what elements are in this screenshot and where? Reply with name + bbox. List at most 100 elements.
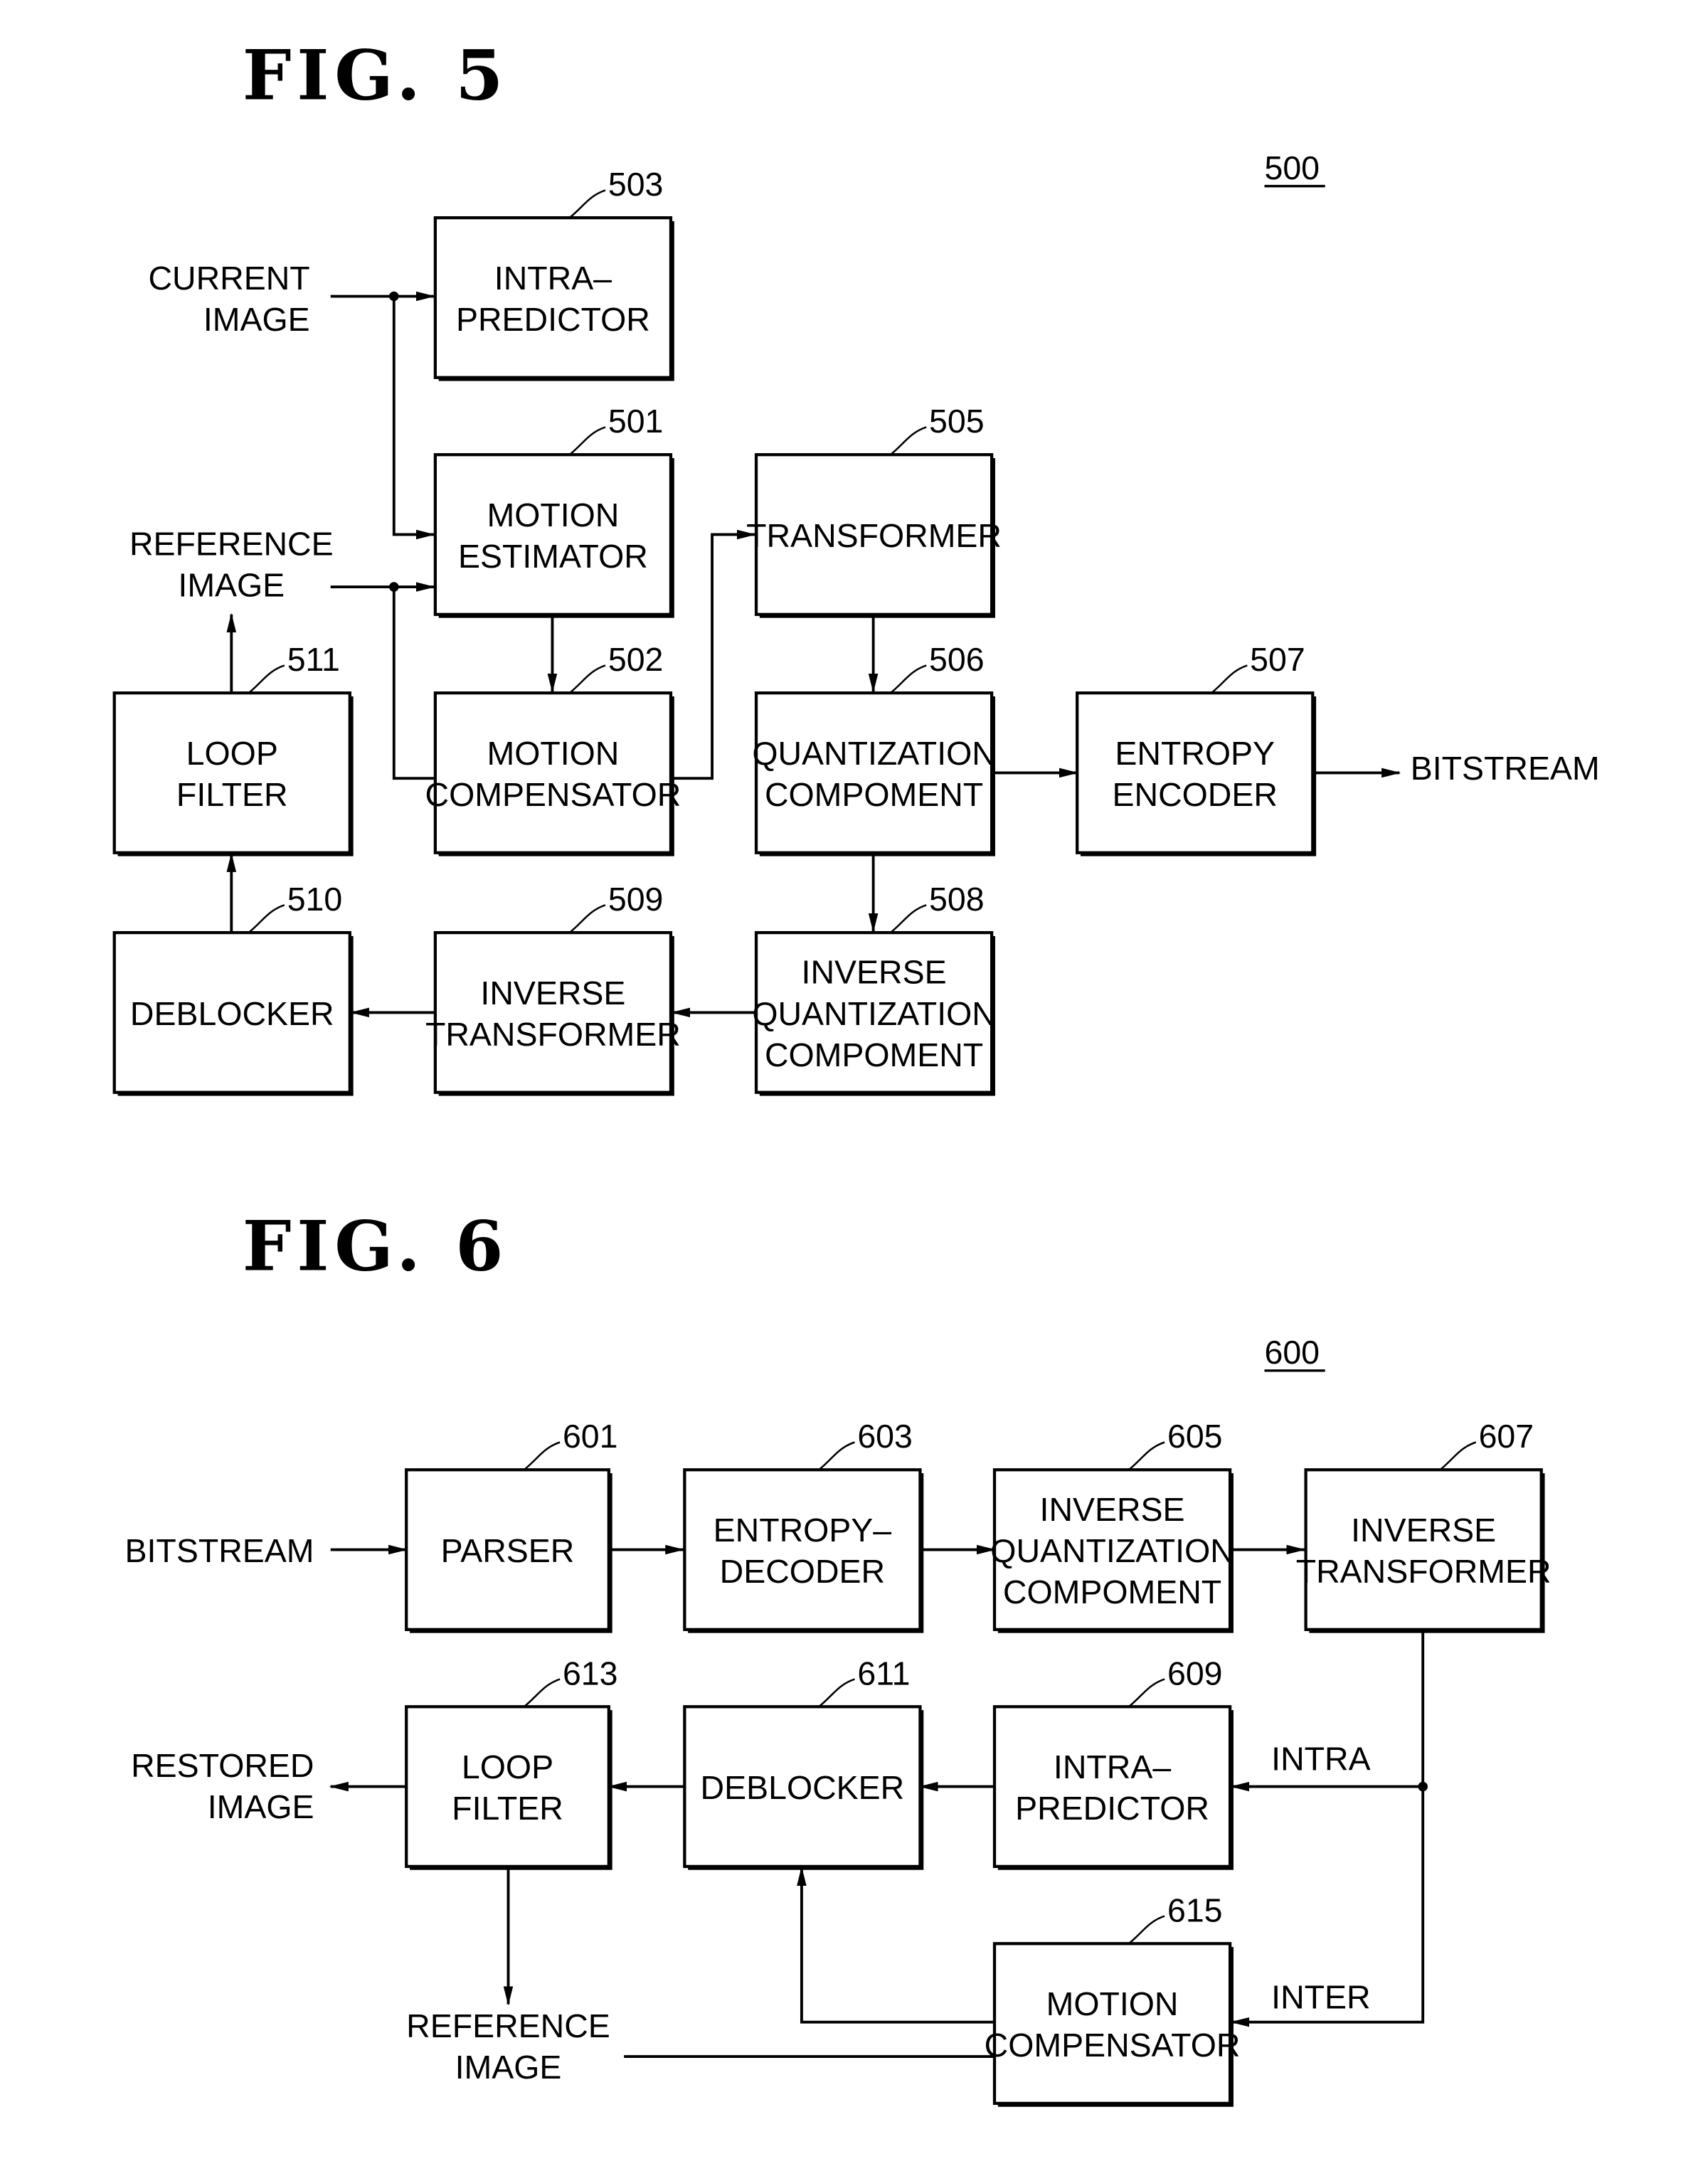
wire-ref-to-mc [392,587,434,780]
block-label-line: INVERSE [480,975,625,1012]
block-reference-number: 510 [287,881,343,918]
wire-mc-to-deblocker [797,1866,995,2024]
block-reference-number: 503 [608,166,664,203]
reference-leader-line [248,904,285,934]
block-label-line: QUANTIZATION [752,735,995,772]
block-501-motion-estimator: MOTION ESTIMATOR 501 [433,403,674,618]
block-509-inverse-transformer: INVERSE TRANSFORMER 509 [425,881,681,1096]
reference-leader-line [568,426,606,456]
reference-leader-line [818,1441,855,1471]
block-label-line: ENTROPY– [714,1512,892,1549]
block-label-line: INVERSE [1040,1491,1185,1528]
reference-image-label-line2: IMAGE [455,2049,562,2086]
block-reference-number: 613 [563,1655,618,1692]
block-label-line: MOTION [487,735,619,772]
block-label-line: PREDICTOR [456,301,650,338]
block-label-line: TRANSFORMER [1296,1553,1551,1590]
fig6-title: FIG. 6 [243,1205,509,1286]
block-507-entropy-encoder: ENTROPY ENCODER 507 [1076,641,1317,856]
reference-image-label-line1: REFERENCE [406,2007,610,2044]
block-603-entropy-decoder: ENTROPY– DECODER 603 [683,1418,924,1633]
block-615-motion-compensator: MOTION COMPENSATOR 615 [985,1891,1241,2107]
reference-leader-line [568,189,606,219]
current-image-label-line1: CURRENT [148,260,309,297]
bitstream-output-label: BITSTREAM [1411,750,1600,787]
bitstream-input-label: BITSTREAM [125,1532,314,1569]
block-frame [754,691,994,854]
reference-leader-line [248,664,285,694]
reference-leader-line [1128,1915,1165,1945]
block-label-line: LOOP [462,1748,553,1785]
block-label-line: MOTION [487,497,619,534]
block-label-line: PREDICTOR [1015,1790,1209,1827]
block-frame [992,1942,1232,2106]
block-label-line: COMPENSATOR [985,2027,1241,2064]
block-label-line: DECODER [720,1553,885,1590]
reference-leader-line [890,664,927,694]
fig5-connections [226,291,1401,1018]
reference-leader-line [568,664,606,694]
block-label-line: ENTROPY [1115,735,1275,772]
inter-path-label: INTER [1271,1978,1370,2015]
block-label-line: QUANTIZATION [990,1532,1234,1569]
patent-figure-sheet: FIG. 5 500 INTRA– PREDICTOR 503 MOTION ESTIM… [112,35,1600,2107]
block-frame [433,453,673,616]
block-reference-number: 603 [857,1418,913,1455]
block-reference-number: 509 [608,881,664,918]
block-label-line: MOTION [1046,1985,1179,2022]
block-label-line: COMPOMENT [1003,1573,1221,1610]
fig5-title: FIG. 5 [243,35,509,116]
reference-leader-line [890,426,927,456]
restored-image-label-line1: RESTORED [131,1747,314,1784]
block-label-line: FILTER [452,1790,563,1827]
block-frame [683,1468,922,1631]
figure-6: FIG. 6 600 PARSER 601 ENTROPY– DECODER 603 IN… [125,1205,1551,2107]
reference-leader-line [1128,1678,1165,1708]
block-reference-number: 506 [929,641,985,678]
block-label-line: FILTER [176,776,288,813]
block-label-line: TRANSFORMER [425,1016,681,1053]
wire-current-to-me [392,296,435,540]
block-601-parser: PARSER 601 [405,1418,618,1633]
reference-leader-line [890,904,927,934]
reference-leader-line [818,1678,855,1708]
block-613-loop-filter: LOOP FILTER 613 [405,1655,618,1870]
block-reference-number: 607 [1479,1418,1534,1455]
block-label-line: INTRA– [494,260,612,297]
block-605-inverse-quantization-compoment: INVERSE QUANTIZATION COMPOMENT 605 [990,1418,1234,1633]
wire-mc-to-transformer [670,529,757,780]
block-reference-number: 505 [929,403,985,440]
block-reference-number: 611 [857,1655,910,1692]
block-505-transformer: TRANSFORMER 505 [746,403,1002,618]
current-image-label-line2: IMAGE [203,301,310,338]
block-frame [112,691,351,854]
wire-invtrans-to-mc-inter [1230,1629,1425,2027]
block-label-line: TRANSFORMER [746,517,1002,554]
block-reference-number: 507 [1250,641,1305,678]
block-511-loop-filter: LOOP FILTER 511 [112,641,354,856]
block-label-line: DEBLOCKER [701,1769,905,1806]
block-frame [433,930,673,1094]
block-reference-number: 609 [1167,1655,1223,1692]
block-reference-number: 502 [608,641,664,678]
block-label-line: INVERSE [802,954,947,991]
fig6-ref-number: 600 [1265,1334,1325,1372]
block-frame [1076,691,1315,854]
block-frame [1304,1468,1543,1631]
reference-leader-line [523,1441,561,1471]
block-reference-number: 605 [1167,1418,1223,1455]
block-frame [992,1705,1232,1869]
restored-image-label-line2: IMAGE [208,1788,314,1825]
reference-image-label-line2: IMAGE [178,567,285,604]
block-label-line: DEBLOCKER [130,995,334,1032]
block-label-line: LOOP [186,735,278,772]
block-label-line: INVERSE [1351,1512,1496,1549]
block-label-line: COMPOMENT [765,776,983,813]
block-609-intra-predictor: INTRA– PREDICTOR 609 [992,1655,1234,1870]
reference-leader-line [523,1678,561,1708]
fig5-ref-label: 500 [1265,149,1320,186]
reference-leader-line [1439,1441,1477,1471]
block-frame [433,216,673,379]
block-label-line: INTRA– [1054,1748,1171,1785]
block-label-line: ENCODER [1113,776,1278,813]
